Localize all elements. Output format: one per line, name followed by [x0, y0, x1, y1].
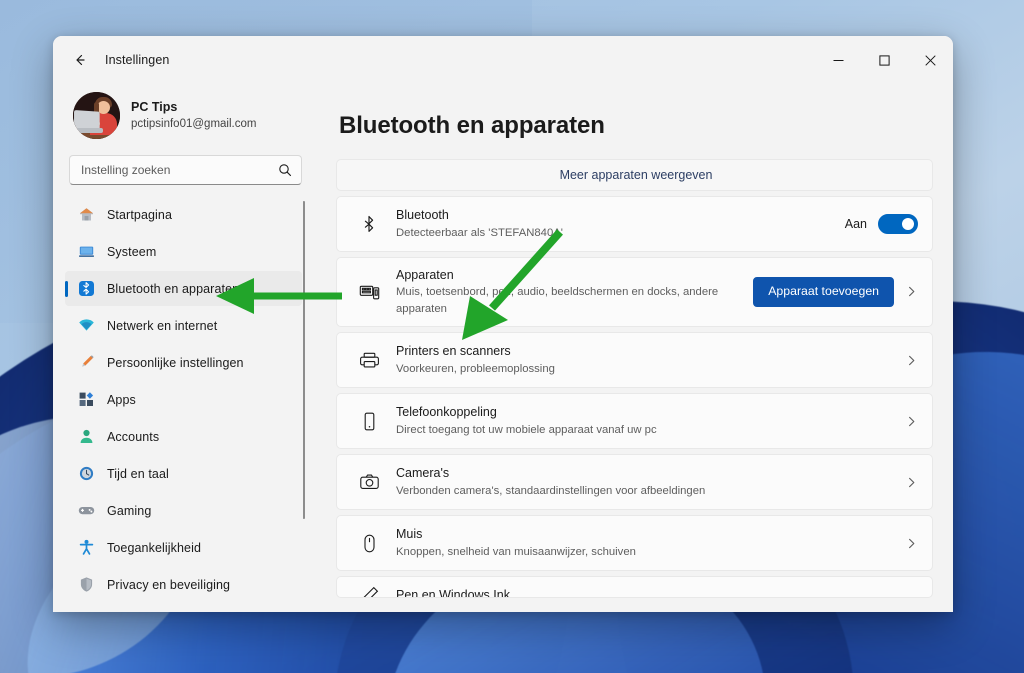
card-subtitle: Verbonden camera's, standaardinstellinge… [396, 483, 905, 500]
camera-icon [354, 472, 384, 493]
phone-icon [354, 411, 384, 432]
card-title: Muis [396, 525, 905, 543]
sidebar-item-label: Persoonlijke instellingen [107, 356, 244, 370]
sidebar-item-startpagina[interactable]: Startpagina [65, 197, 302, 232]
card-bluetooth[interactable]: Bluetooth Detecteerbaar als 'STEFAN840A'… [336, 196, 933, 252]
card-subtitle: Muis, toetsenbord, pen, audio, beeldsche… [396, 284, 753, 318]
more-devices-link[interactable]: Meer apparaten weergeven [336, 159, 933, 191]
sidebar-item-systeem[interactable]: Systeem [65, 234, 302, 269]
bluetooth-icon [354, 214, 384, 234]
card-title: Bluetooth [396, 206, 845, 224]
minimize-icon[interactable] [815, 36, 861, 84]
search-input[interactable] [81, 163, 278, 177]
sidebar: PC Tips pctipsinfo01@gmail.com [53, 84, 318, 612]
back-arrow-icon[interactable] [63, 45, 97, 75]
card-telefoonkoppeling[interactable]: Telefoonkoppeling Direct toegang tot uw … [336, 393, 933, 449]
time-language-icon [78, 465, 95, 482]
printer-icon [354, 350, 384, 371]
chevron-right-icon[interactable] [905, 537, 918, 550]
card-subtitle: Detecteerbaar als 'STEFAN840A' [396, 225, 845, 242]
chevron-right-icon[interactable] [905, 476, 918, 489]
window-body: PC Tips pctipsinfo01@gmail.com [53, 84, 953, 612]
account-name: PC Tips [131, 99, 256, 116]
window-title: Instellingen [105, 53, 169, 67]
search-container [65, 145, 306, 185]
sidebar-item-label: Apps [107, 393, 136, 407]
card-muis[interactable]: Muis Knoppen, snelheid van muisaanwijzer… [336, 515, 933, 571]
chevron-right-icon[interactable] [905, 415, 918, 428]
apps-icon [78, 391, 95, 408]
settings-window: Instellingen [53, 36, 953, 612]
sidebar-item-label: Accounts [107, 430, 159, 444]
chevron-right-icon[interactable] [905, 354, 918, 367]
sidebar-item-label: Systeem [107, 245, 156, 259]
sidebar-nav: Startpagina Systeem [65, 197, 306, 612]
main-content: Bluetooth en apparaten Meer apparaten we… [318, 84, 953, 612]
page-title: Bluetooth en apparaten [339, 112, 933, 140]
bluetooth-toggle[interactable] [878, 214, 918, 234]
more-devices-label: Meer apparaten weergeven [560, 168, 713, 182]
network-icon [78, 317, 95, 334]
card-title: Pen en Windows Ink [396, 586, 510, 598]
card-title: Apparaten [396, 266, 753, 284]
accessibility-icon [78, 539, 95, 556]
bluetooth-toggle-label: Aan [845, 217, 867, 231]
sidebar-item-persoonlijke-instellingen[interactable]: Persoonlijke instellingen [65, 345, 302, 380]
sidebar-item-tijd-en-taal[interactable]: Tijd en taal [65, 456, 302, 491]
accounts-icon [78, 428, 95, 445]
card-apparaten[interactable]: Apparaten Muis, toetsenbord, pen, audio,… [336, 257, 933, 327]
chevron-right-icon[interactable] [905, 285, 918, 298]
sidebar-item-toegankelijkheid[interactable]: Toegankelijkheid [65, 530, 302, 565]
card-subtitle: Knoppen, snelheid van muisaanwijzer, sch… [396, 544, 905, 561]
pen-icon [354, 585, 384, 598]
sidebar-item-label: Bluetooth en apparaten [107, 282, 239, 296]
personalization-icon [78, 354, 95, 371]
card-subtitle: Direct toegang tot uw mobiele apparaat v… [396, 422, 905, 439]
home-icon [78, 206, 95, 223]
sidebar-item-privacy-en-beveiliging[interactable]: Privacy en beveiliging [65, 567, 302, 602]
add-device-button[interactable]: Apparaat toevoegen [753, 277, 894, 307]
card-cameras[interactable]: Camera's Verbonden camera's, standaardin… [336, 454, 933, 510]
sidebar-item-netwerk-en-internet[interactable]: Netwerk en internet [65, 308, 302, 343]
title-bar: Instellingen [53, 36, 953, 84]
sidebar-item-label: Gaming [107, 504, 151, 518]
sidebar-item-apps[interactable]: Apps [65, 382, 302, 417]
avatar [73, 92, 120, 139]
card-title: Camera's [396, 464, 905, 482]
close-icon[interactable] [907, 36, 953, 84]
devices-icon [354, 282, 384, 303]
sidebar-item-label: Privacy en beveiliging [107, 578, 230, 592]
sidebar-item-label: Netwerk en internet [107, 319, 217, 333]
sidebar-item-label: Toegankelijkheid [107, 541, 201, 555]
search-icon [278, 163, 292, 177]
gaming-icon [78, 502, 95, 519]
sidebar-scrollbar-thumb[interactable] [303, 201, 305, 519]
card-title: Telefoonkoppeling [396, 403, 905, 421]
sidebar-item-gaming[interactable]: Gaming [65, 493, 302, 528]
window-controls [815, 36, 953, 84]
account-email: pctipsinfo01@gmail.com [131, 116, 256, 132]
card-title: Printers en scanners [396, 342, 905, 360]
card-printers-en-scanners[interactable]: Printers en scanners Voorkeuren, problee… [336, 332, 933, 388]
card-pen-en-windows-ink[interactable]: Pen en Windows Ink [336, 576, 933, 598]
sidebar-item-accounts[interactable]: Accounts [65, 419, 302, 454]
system-icon [78, 243, 95, 260]
card-subtitle: Voorkeuren, probleemoplossing [396, 361, 905, 378]
maximize-icon[interactable] [861, 36, 907, 84]
mouse-icon [354, 533, 384, 554]
bluetooth-icon [78, 280, 95, 297]
sidebar-item-label: Tijd en taal [107, 467, 169, 481]
search-box[interactable] [69, 155, 302, 185]
sidebar-item-label: Startpagina [107, 208, 172, 222]
account-card[interactable]: PC Tips pctipsinfo01@gmail.com [65, 84, 306, 145]
sidebar-item-bluetooth-en-apparaten[interactable]: Bluetooth en apparaten [65, 271, 302, 306]
privacy-shield-icon [78, 576, 95, 593]
